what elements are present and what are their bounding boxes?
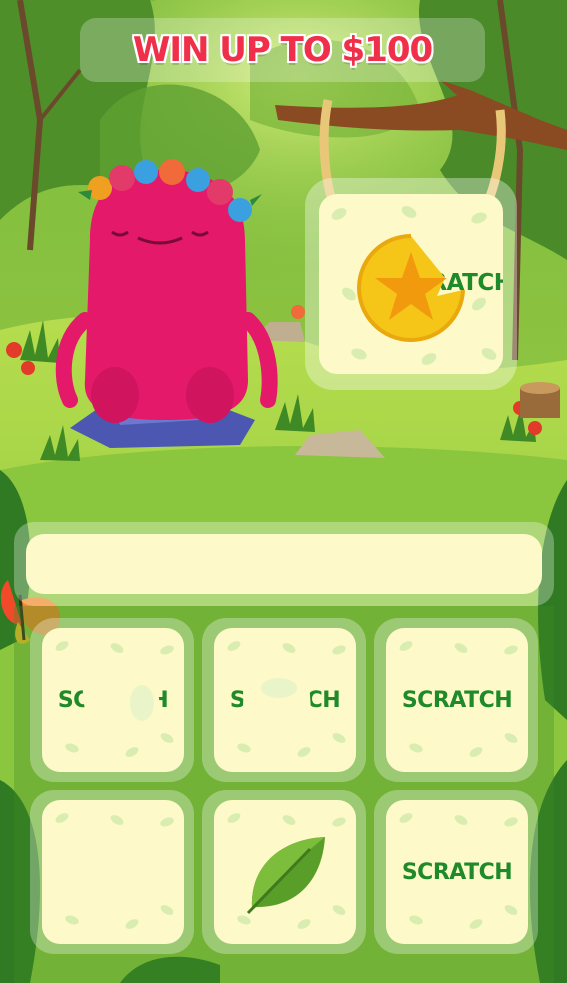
scratch-card-face[interactable]: SCRATCH bbox=[42, 628, 184, 772]
scratch-card-5[interactable] bbox=[202, 790, 366, 954]
scratch-card-face[interactable]: SCRATCH bbox=[386, 628, 528, 772]
scratch-card-face[interactable]: SCRATCH bbox=[386, 800, 528, 944]
card-label: SCRATCH bbox=[401, 859, 513, 885]
star-coin-icon bbox=[357, 234, 465, 342]
scratch-card-face[interactable] bbox=[214, 800, 356, 944]
scratched-area bbox=[82, 678, 162, 733]
leaf-icon bbox=[246, 837, 325, 915]
title-banner: WIN UP TO $100 bbox=[80, 18, 485, 82]
hanging-card-face[interactable]: SCRATCH bbox=[319, 194, 503, 374]
prize-display bbox=[26, 534, 542, 594]
scratch-card-face[interactable]: SCRATCH bbox=[214, 628, 356, 772]
scratch-card-6[interactable]: SCRATCH bbox=[374, 790, 538, 954]
scratch-card-3[interactable]: SCRATCH bbox=[374, 618, 538, 782]
prize-display-bar bbox=[14, 522, 554, 606]
hanging-scratch-card[interactable]: SCRATCH bbox=[305, 178, 517, 390]
leaf-pattern bbox=[55, 813, 174, 929]
monster-character bbox=[55, 159, 278, 423]
card-label: SCRATCH bbox=[401, 687, 513, 713]
page-title: WIN UP TO $100 bbox=[132, 30, 433, 70]
scratch-card-2[interactable]: SCRATCH bbox=[202, 618, 366, 782]
scratch-card-4[interactable] bbox=[30, 790, 194, 954]
scratch-card-face[interactable] bbox=[42, 800, 184, 944]
scratch-card-1[interactable]: SCRATCH bbox=[30, 618, 194, 782]
scratched-area bbox=[242, 678, 312, 728]
